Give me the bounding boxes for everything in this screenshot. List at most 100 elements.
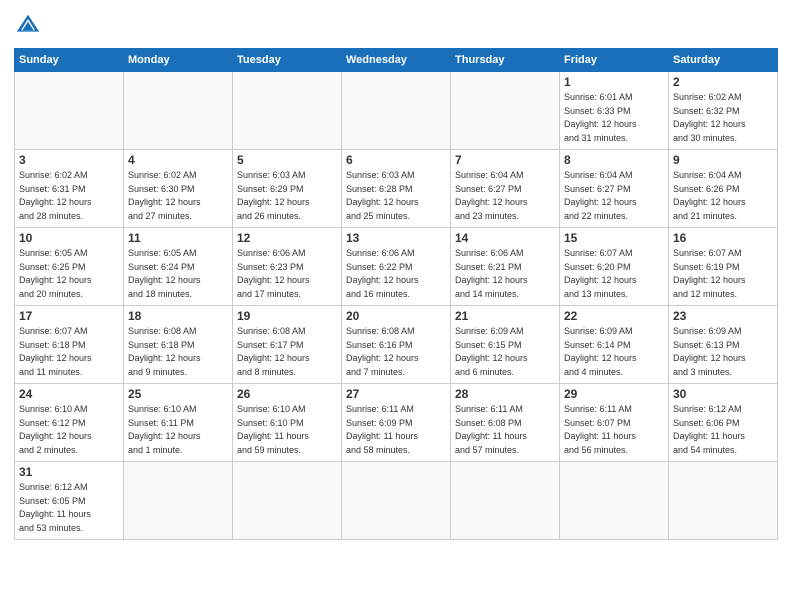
week-row-5: 24 Sunrise: 6:10 AM Sunset: 6:12 PM Dayli… <box>15 384 778 462</box>
calendar-cell: 27Sunrise: 6:11 AM Sunset: 6:09 PM Dayli… <box>342 384 451 462</box>
day-number: 15 <box>564 231 664 245</box>
sun-info: Sunrise: 6:12 AM Sunset: 6:05 PM Dayligh… <box>19 481 119 535</box>
calendar-cell: 2 Sunrise: 6:02 AM Sunset: 6:32 PM Daylig… <box>669 72 778 150</box>
calendar-cell <box>15 72 124 150</box>
logo-icon <box>14 12 42 40</box>
day-number: 25 <box>128 387 228 401</box>
day-number: 5 <box>237 153 337 167</box>
calendar-cell: 23 Sunrise: 6:09 AM Sunset: 6:13 PM Dayli… <box>669 306 778 384</box>
calendar-cell <box>669 462 778 540</box>
weekday-header-saturday: Saturday <box>669 49 778 72</box>
day-number: 30 <box>673 387 773 401</box>
sun-info: Sunrise: 6:02 AM Sunset: 6:30 PM Dayligh… <box>128 169 228 223</box>
sun-info: Sunrise: 6:04 AM Sunset: 6:27 PM Dayligh… <box>564 169 664 223</box>
day-number: 8 <box>564 153 664 167</box>
sun-info: Sunrise: 6:06 AM Sunset: 6:23 PM Dayligh… <box>237 247 337 301</box>
logo <box>14 12 46 40</box>
day-number: 13 <box>346 231 446 245</box>
day-number: 21 <box>455 309 555 323</box>
calendar-cell <box>451 72 560 150</box>
calendar-cell: 29 Sunrise: 6:11 AM Sunset: 6:07 PM Dayli… <box>560 384 669 462</box>
sun-info: Sunrise: 6:01 AM Sunset: 6:33 PM Dayligh… <box>564 91 664 145</box>
calendar-cell <box>124 462 233 540</box>
sun-info: Sunrise: 6:11 AM Sunset: 6:08 PM Dayligh… <box>455 403 555 457</box>
sun-info: Sunrise: 6:08 AM Sunset: 6:18 PM Dayligh… <box>128 325 228 379</box>
calendar-cell: 17 Sunrise: 6:07 AM Sunset: 6:18 PM Dayli… <box>15 306 124 384</box>
calendar-cell <box>124 72 233 150</box>
day-number: 29 <box>564 387 664 401</box>
sun-info: Sunrise: 6:08 AM Sunset: 6:16 PM Dayligh… <box>346 325 446 379</box>
sun-info: Sunrise: 6:07 AM Sunset: 6:20 PM Dayligh… <box>564 247 664 301</box>
sun-info: Sunrise: 6:05 AM Sunset: 6:25 PM Dayligh… <box>19 247 119 301</box>
header <box>14 12 778 40</box>
sun-info: Sunrise: 6:11 AM Sunset: 6:07 PM Dayligh… <box>564 403 664 457</box>
calendar-cell: 31Sunrise: 6:12 AM Sunset: 6:05 PM Dayli… <box>15 462 124 540</box>
day-number: 16 <box>673 231 773 245</box>
day-number: 3 <box>19 153 119 167</box>
calendar: SundayMondayTuesdayWednesdayThursdayFrid… <box>14 48 778 540</box>
sun-info: Sunrise: 6:02 AM Sunset: 6:31 PM Dayligh… <box>19 169 119 223</box>
week-row-3: 10Sunrise: 6:05 AM Sunset: 6:25 PM Dayli… <box>15 228 778 306</box>
day-number: 14 <box>455 231 555 245</box>
sun-info: Sunrise: 6:09 AM Sunset: 6:14 PM Dayligh… <box>564 325 664 379</box>
sun-info: Sunrise: 6:05 AM Sunset: 6:24 PM Dayligh… <box>128 247 228 301</box>
calendar-cell: 14 Sunrise: 6:06 AM Sunset: 6:21 PM Dayli… <box>451 228 560 306</box>
sun-info: Sunrise: 6:04 AM Sunset: 6:26 PM Dayligh… <box>673 169 773 223</box>
calendar-cell: 8 Sunrise: 6:04 AM Sunset: 6:27 PM Daylig… <box>560 150 669 228</box>
day-number: 17 <box>19 309 119 323</box>
calendar-cell <box>560 462 669 540</box>
sun-info: Sunrise: 6:03 AM Sunset: 6:28 PM Dayligh… <box>346 169 446 223</box>
weekday-header-tuesday: Tuesday <box>233 49 342 72</box>
day-number: 26 <box>237 387 337 401</box>
day-number: 28 <box>455 387 555 401</box>
sun-info: Sunrise: 6:07 AM Sunset: 6:18 PM Dayligh… <box>19 325 119 379</box>
day-number: 7 <box>455 153 555 167</box>
calendar-cell: 30Sunrise: 6:12 AM Sunset: 6:06 PM Dayli… <box>669 384 778 462</box>
day-number: 23 <box>673 309 773 323</box>
week-row-1: 1Sunrise: 6:01 AM Sunset: 6:33 PM Daylig… <box>15 72 778 150</box>
sun-info: Sunrise: 6:08 AM Sunset: 6:17 PM Dayligh… <box>237 325 337 379</box>
day-number: 2 <box>673 75 773 89</box>
calendar-cell <box>233 72 342 150</box>
calendar-cell: 6Sunrise: 6:03 AM Sunset: 6:28 PM Daylig… <box>342 150 451 228</box>
day-number: 9 <box>673 153 773 167</box>
calendar-cell: 15 Sunrise: 6:07 AM Sunset: 6:20 PM Dayli… <box>560 228 669 306</box>
week-row-4: 17 Sunrise: 6:07 AM Sunset: 6:18 PM Dayli… <box>15 306 778 384</box>
calendar-cell: 24 Sunrise: 6:10 AM Sunset: 6:12 PM Dayli… <box>15 384 124 462</box>
calendar-cell <box>342 72 451 150</box>
calendar-cell: 9 Sunrise: 6:04 AM Sunset: 6:26 PM Daylig… <box>669 150 778 228</box>
day-number: 24 <box>19 387 119 401</box>
calendar-cell <box>451 462 560 540</box>
calendar-cell: 28 Sunrise: 6:11 AM Sunset: 6:08 PM Dayli… <box>451 384 560 462</box>
calendar-cell: 22Sunrise: 6:09 AM Sunset: 6:14 PM Dayli… <box>560 306 669 384</box>
sun-info: Sunrise: 6:03 AM Sunset: 6:29 PM Dayligh… <box>237 169 337 223</box>
calendar-cell: 12 Sunrise: 6:06 AM Sunset: 6:23 PM Dayli… <box>233 228 342 306</box>
weekday-header-sunday: Sunday <box>15 49 124 72</box>
weekday-header-friday: Friday <box>560 49 669 72</box>
calendar-cell: 19Sunrise: 6:08 AM Sunset: 6:17 PM Dayli… <box>233 306 342 384</box>
day-number: 12 <box>237 231 337 245</box>
calendar-cell: 10Sunrise: 6:05 AM Sunset: 6:25 PM Dayli… <box>15 228 124 306</box>
day-number: 4 <box>128 153 228 167</box>
calendar-cell <box>342 462 451 540</box>
weekday-header-monday: Monday <box>124 49 233 72</box>
calendar-cell: 13Sunrise: 6:06 AM Sunset: 6:22 PM Dayli… <box>342 228 451 306</box>
calendar-cell: 1Sunrise: 6:01 AM Sunset: 6:33 PM Daylig… <box>560 72 669 150</box>
sun-info: Sunrise: 6:02 AM Sunset: 6:32 PM Dayligh… <box>673 91 773 145</box>
calendar-cell <box>233 462 342 540</box>
weekday-header-thursday: Thursday <box>451 49 560 72</box>
sun-info: Sunrise: 6:09 AM Sunset: 6:13 PM Dayligh… <box>673 325 773 379</box>
sun-info: Sunrise: 6:10 AM Sunset: 6:10 PM Dayligh… <box>237 403 337 457</box>
sun-info: Sunrise: 6:07 AM Sunset: 6:19 PM Dayligh… <box>673 247 773 301</box>
calendar-cell: 11Sunrise: 6:05 AM Sunset: 6:24 PM Dayli… <box>124 228 233 306</box>
weekday-header-row: SundayMondayTuesdayWednesdayThursdayFrid… <box>15 49 778 72</box>
week-row-2: 3 Sunrise: 6:02 AM Sunset: 6:31 PM Daylig… <box>15 150 778 228</box>
calendar-cell: 5 Sunrise: 6:03 AM Sunset: 6:29 PM Daylig… <box>233 150 342 228</box>
calendar-cell: 25Sunrise: 6:10 AM Sunset: 6:11 PM Dayli… <box>124 384 233 462</box>
sun-info: Sunrise: 6:11 AM Sunset: 6:09 PM Dayligh… <box>346 403 446 457</box>
sun-info: Sunrise: 6:10 AM Sunset: 6:12 PM Dayligh… <box>19 403 119 457</box>
day-number: 20 <box>346 309 446 323</box>
calendar-cell: 16 Sunrise: 6:07 AM Sunset: 6:19 PM Dayli… <box>669 228 778 306</box>
sun-info: Sunrise: 6:06 AM Sunset: 6:21 PM Dayligh… <box>455 247 555 301</box>
week-row-6: 31Sunrise: 6:12 AM Sunset: 6:05 PM Dayli… <box>15 462 778 540</box>
